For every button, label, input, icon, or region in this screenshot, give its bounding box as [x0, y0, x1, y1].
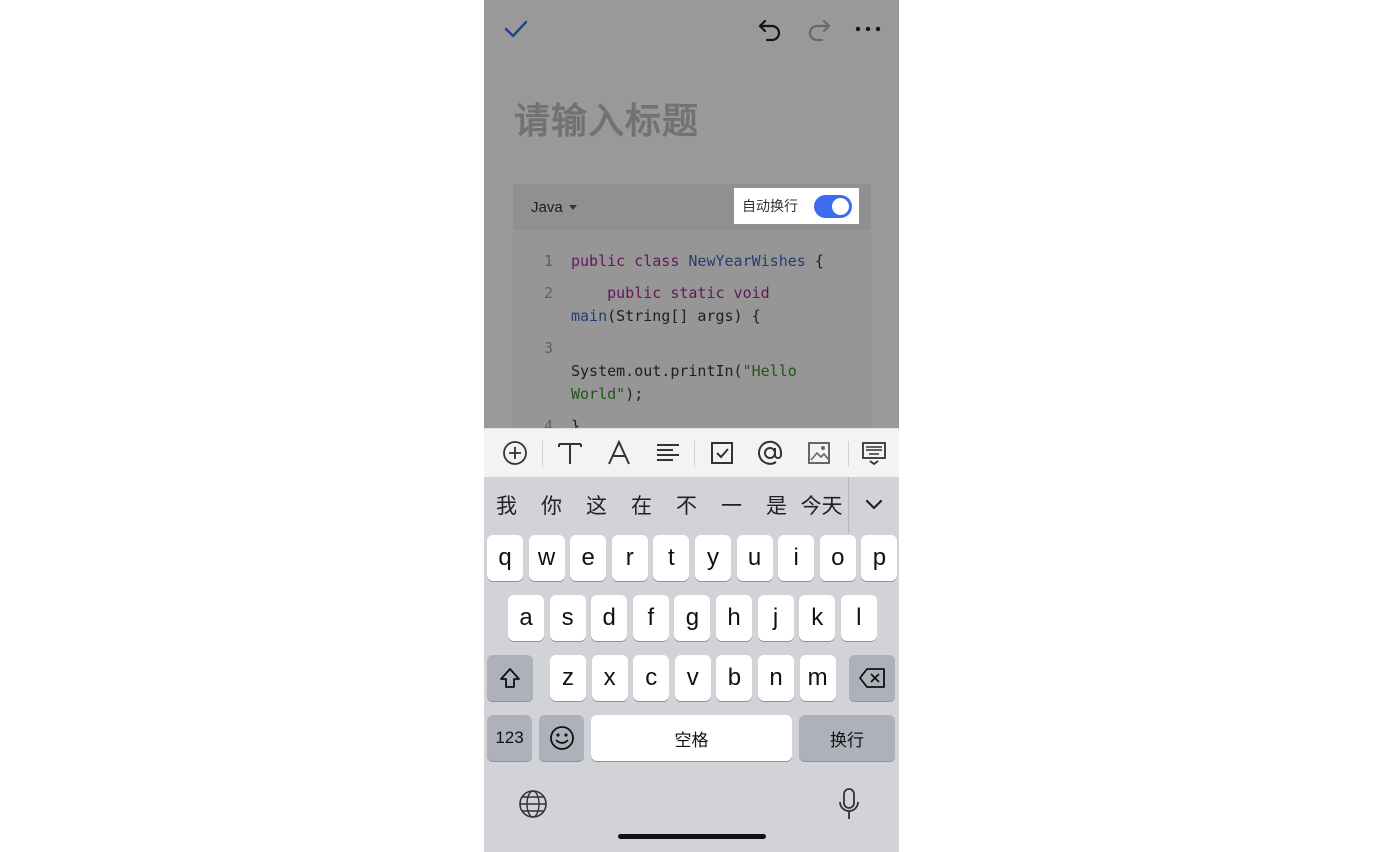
code-lines: 1 public class NewYearWishes {2 public st… [513, 250, 871, 434]
code-line: 3 System.out.printIn("Hello World"); [513, 337, 871, 406]
shift-icon [500, 668, 520, 688]
toolbar-divider [694, 441, 695, 467]
line-number: 2 [543, 284, 553, 302]
key-f[interactable]: f [632, 595, 669, 641]
key-g[interactable]: g [674, 595, 711, 641]
mention-at-icon[interactable] [756, 439, 784, 467]
code-line: 2 public static void main(String[] args)… [513, 282, 871, 328]
line-code: public static void main(String[] args) { [571, 282, 861, 328]
candidate-word[interactable]: 一 [709, 490, 754, 520]
phone-screen: 请输入标题 Java 1 public class NewYearWishes {… [484, 0, 899, 852]
auto-wrap-label: 自动换行 [742, 199, 798, 215]
key-o[interactable]: o [819, 535, 856, 581]
line-code: System.out.printIn("Hello World"); [571, 337, 861, 406]
key-r[interactable]: r [611, 535, 648, 581]
key-m[interactable]: m [799, 655, 836, 701]
language-label: Java [531, 198, 563, 216]
key-d[interactable]: d [591, 595, 628, 641]
hide-keyboard-icon[interactable] [860, 439, 888, 467]
redo-icon[interactable] [805, 15, 833, 43]
key-x[interactable]: x [591, 655, 628, 701]
heading-text-icon[interactable] [556, 439, 584, 467]
key-j[interactable]: j [757, 595, 794, 641]
backspace-key[interactable] [849, 655, 895, 701]
backspace-icon [859, 668, 885, 688]
key-a[interactable]: a [508, 595, 544, 641]
globe-icon[interactable] [517, 788, 549, 820]
shift-key[interactable] [487, 655, 533, 701]
key-n[interactable]: n [758, 655, 794, 701]
candidate-word[interactable]: 你 [529, 490, 574, 520]
checkbox-icon[interactable] [708, 439, 736, 467]
auto-wrap-toggle[interactable]: 自动换行 [734, 188, 859, 224]
candidate-word[interactable]: 是 [754, 490, 799, 520]
candidate-word[interactable]: 在 [619, 490, 664, 520]
key-w[interactable]: w [528, 535, 565, 581]
key-l[interactable]: l [840, 595, 877, 641]
key-v[interactable]: v [674, 655, 711, 701]
done-check-icon[interactable] [502, 15, 530, 43]
candidate-bar: 我你这在不一是今天 [484, 477, 899, 533]
code-token: NewYearWishes [688, 252, 806, 270]
more-icon[interactable] [854, 15, 882, 43]
line-code: public class NewYearWishes { [571, 250, 861, 273]
key-c[interactable]: c [633, 655, 670, 701]
space-key[interactable]: 空格 [591, 715, 792, 761]
key-q[interactable]: q [487, 535, 523, 581]
microphone-icon[interactable] [833, 786, 865, 822]
candidate-word[interactable]: 不 [664, 490, 709, 520]
emoji-key[interactable] [539, 715, 584, 761]
format-toolbar [484, 428, 899, 477]
key-z[interactable]: z [550, 655, 586, 701]
line-number: 3 [543, 339, 553, 357]
insert-plus-icon[interactable] [501, 439, 529, 467]
toolbar-divider [848, 441, 849, 467]
key-t[interactable]: t [653, 535, 690, 581]
key-b[interactable]: b [716, 655, 753, 701]
language-select[interactable]: Java [531, 197, 577, 217]
code-token: public class [571, 252, 689, 270]
undo-icon[interactable] [756, 15, 784, 43]
collapse-candidates-button[interactable] [848, 477, 899, 533]
code-token: ); [625, 385, 644, 403]
keyboard: 我你这在不一是今天 qwertyuiop asdfghjkl zxcvbnm 123… [484, 477, 899, 852]
line-number: 1 [543, 252, 553, 270]
candidate-word[interactable]: 今天 [799, 490, 844, 520]
align-left-icon[interactable] [654, 439, 682, 467]
return-key[interactable]: 换行 [799, 715, 895, 761]
auto-wrap-switch[interactable] [814, 195, 852, 218]
key-s[interactable]: s [549, 595, 586, 641]
code-token: { [805, 252, 824, 270]
numbers-key[interactable]: 123 [487, 715, 532, 761]
caret-down-icon [568, 204, 577, 210]
toolbar-divider [542, 441, 543, 467]
key-u[interactable]: u [736, 535, 773, 581]
candidate-word[interactable]: 我 [484, 490, 529, 520]
code-token: main [571, 307, 608, 325]
key-p[interactable]: p [861, 535, 898, 581]
key-h[interactable]: h [716, 595, 752, 641]
code-token: System.out.printIn( [571, 362, 743, 380]
code-token: (String[] args) { [607, 307, 761, 325]
key-i[interactable]: i [778, 535, 815, 581]
code-token: public static void [571, 284, 779, 302]
home-indicator [618, 834, 766, 839]
title-input[interactable]: 请输入标题 [514, 92, 699, 144]
key-e[interactable]: e [570, 535, 607, 581]
font-style-icon[interactable] [605, 439, 633, 467]
switch-knob [832, 198, 849, 215]
image-icon[interactable] [805, 439, 833, 467]
code-line: 1 public class NewYearWishes { [513, 250, 871, 273]
top-bar [484, 0, 899, 58]
key-y[interactable]: y [695, 535, 731, 581]
emoji-icon [549, 726, 574, 750]
key-k[interactable]: k [799, 595, 836, 641]
candidate-word[interactable]: 这 [574, 490, 619, 520]
